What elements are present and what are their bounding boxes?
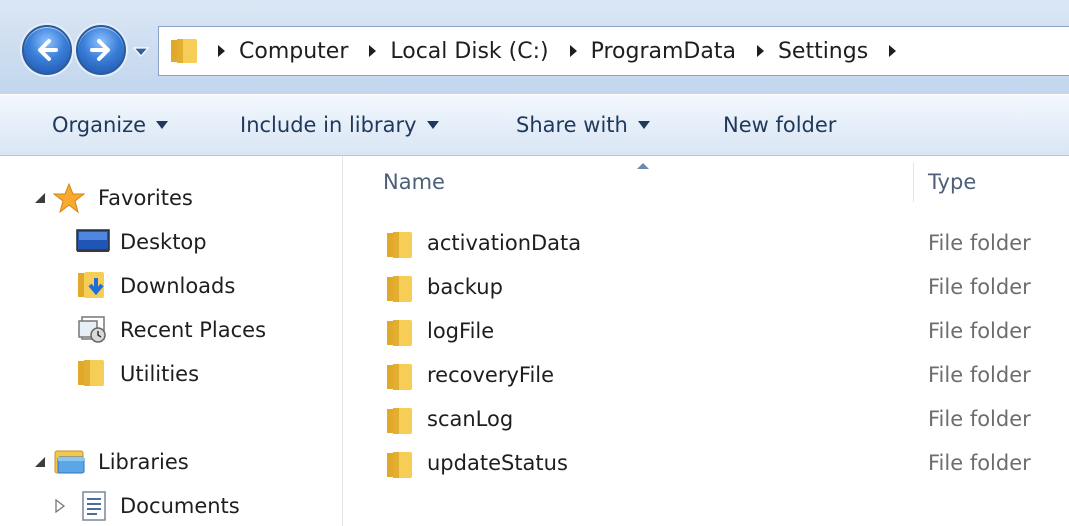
collapsed-triangle-icon[interactable] (55, 499, 65, 513)
file-name: updateStatus (427, 451, 568, 475)
expanded-triangle-icon[interactable] (34, 192, 46, 204)
nav-desktop-label: Desktop (120, 230, 207, 254)
breadcrumb-local-disk[interactable]: Local Disk (C:) (390, 39, 548, 64)
forward-button[interactable] (76, 25, 126, 75)
breadcrumb-separator-icon[interactable] (215, 44, 227, 58)
star-icon (53, 182, 85, 214)
file-list: Name Type activationData File folder bac… (343, 156, 1069, 526)
nav-libraries-label: Libraries (98, 450, 189, 474)
folder-icon (387, 408, 412, 434)
nav-favorites[interactable]: Favorites (0, 178, 343, 218)
desktop-icon (76, 229, 110, 252)
share-with-button[interactable]: Share with (516, 95, 650, 155)
share-with-label: Share with (516, 113, 628, 137)
command-bar: Organize Include in library Share with N… (0, 94, 1069, 156)
back-arrow-icon (38, 39, 58, 61)
breadcrumb-settings[interactable]: Settings (778, 39, 868, 64)
folder-icon (387, 276, 412, 302)
file-type: File folder (928, 407, 1031, 431)
include-in-library-button[interactable]: Include in library (240, 95, 439, 155)
organize-button[interactable]: Organize (52, 95, 169, 155)
column-divider[interactable] (913, 162, 914, 202)
chevron-down-icon (637, 121, 650, 129)
nav-downloads[interactable]: Downloads (0, 266, 343, 306)
nav-recent-places-label: Recent Places (120, 318, 267, 342)
chevron-down-icon (156, 121, 169, 129)
breadcrumb-separator-icon[interactable] (886, 44, 898, 58)
libraries-icon (54, 450, 85, 474)
breadcrumb: Computer Local Disk (C:) ProgramData Set… (209, 27, 910, 75)
breadcrumb-separator-icon[interactable] (754, 44, 766, 58)
sort-ascending-icon (637, 163, 649, 169)
expanded-triangle-icon[interactable] (34, 456, 46, 468)
new-folder-button[interactable]: New folder (723, 95, 836, 155)
nav-downloads-label: Downloads (120, 274, 236, 298)
breadcrumb-computer[interactable]: Computer (239, 39, 348, 64)
nav-libraries[interactable]: Libraries (0, 442, 343, 482)
table-row[interactable]: logFile File folder (343, 312, 1069, 352)
file-name: activationData (427, 231, 582, 255)
table-row[interactable]: recoveryFile File folder (343, 356, 1069, 396)
file-type: File folder (928, 231, 1031, 255)
recent-places-icon (78, 316, 106, 343)
address-box[interactable]: Computer Local Disk (C:) ProgramData Set… (158, 26, 1069, 76)
breadcrumb-programdata[interactable]: ProgramData (591, 39, 736, 64)
forward-arrow-icon (90, 39, 110, 61)
breadcrumb-separator-icon[interactable] (366, 44, 378, 58)
table-row[interactable]: updateStatus File folder (343, 444, 1069, 484)
navigation-pane: Favorites Desktop Downloads Recent Place… (0, 156, 343, 526)
folder-icon (171, 39, 197, 63)
nav-favorites-label: Favorites (98, 186, 193, 210)
file-type: File folder (928, 451, 1031, 475)
file-name: backup (427, 275, 503, 299)
nav-desktop[interactable]: Desktop (0, 222, 343, 262)
back-button[interactable] (22, 25, 72, 75)
file-type: File folder (928, 363, 1031, 387)
folder-icon (387, 232, 412, 258)
file-name: logFile (427, 319, 495, 343)
file-type: File folder (928, 275, 1031, 299)
chevron-down-icon (426, 121, 439, 129)
folder-icon (387, 320, 412, 346)
folder-icon (387, 452, 412, 478)
new-folder-label: New folder (723, 113, 837, 137)
file-type: File folder (928, 319, 1031, 343)
nav-documents-label: Documents (120, 494, 240, 518)
breadcrumb-separator-icon[interactable] (567, 44, 579, 58)
file-name: scanLog (427, 407, 514, 431)
include-in-library-label: Include in library (240, 113, 417, 137)
nav-utilities-label: Utilities (120, 362, 200, 386)
table-row[interactable]: activationData File folder (343, 224, 1069, 264)
downloads-folder-icon (78, 272, 104, 298)
column-header-type[interactable]: Type (928, 170, 976, 194)
nav-utilities[interactable]: Utilities (0, 354, 343, 394)
table-row[interactable]: scanLog File folder (343, 400, 1069, 440)
organize-label: Organize (52, 113, 147, 137)
address-bar-strip: Computer Local Disk (C:) ProgramData Set… (0, 0, 1069, 94)
folder-icon (78, 360, 104, 386)
nav-recent-places[interactable]: Recent Places (0, 310, 343, 350)
column-header-name[interactable]: Name (383, 170, 445, 194)
document-icon (82, 491, 106, 521)
folder-icon (387, 364, 412, 390)
chevron-down-icon (132, 47, 150, 57)
recent-locations-button[interactable] (132, 44, 150, 58)
table-row[interactable]: backup File folder (343, 268, 1069, 308)
file-name: recoveryFile (427, 363, 555, 387)
nav-documents[interactable]: Documents (0, 486, 343, 526)
